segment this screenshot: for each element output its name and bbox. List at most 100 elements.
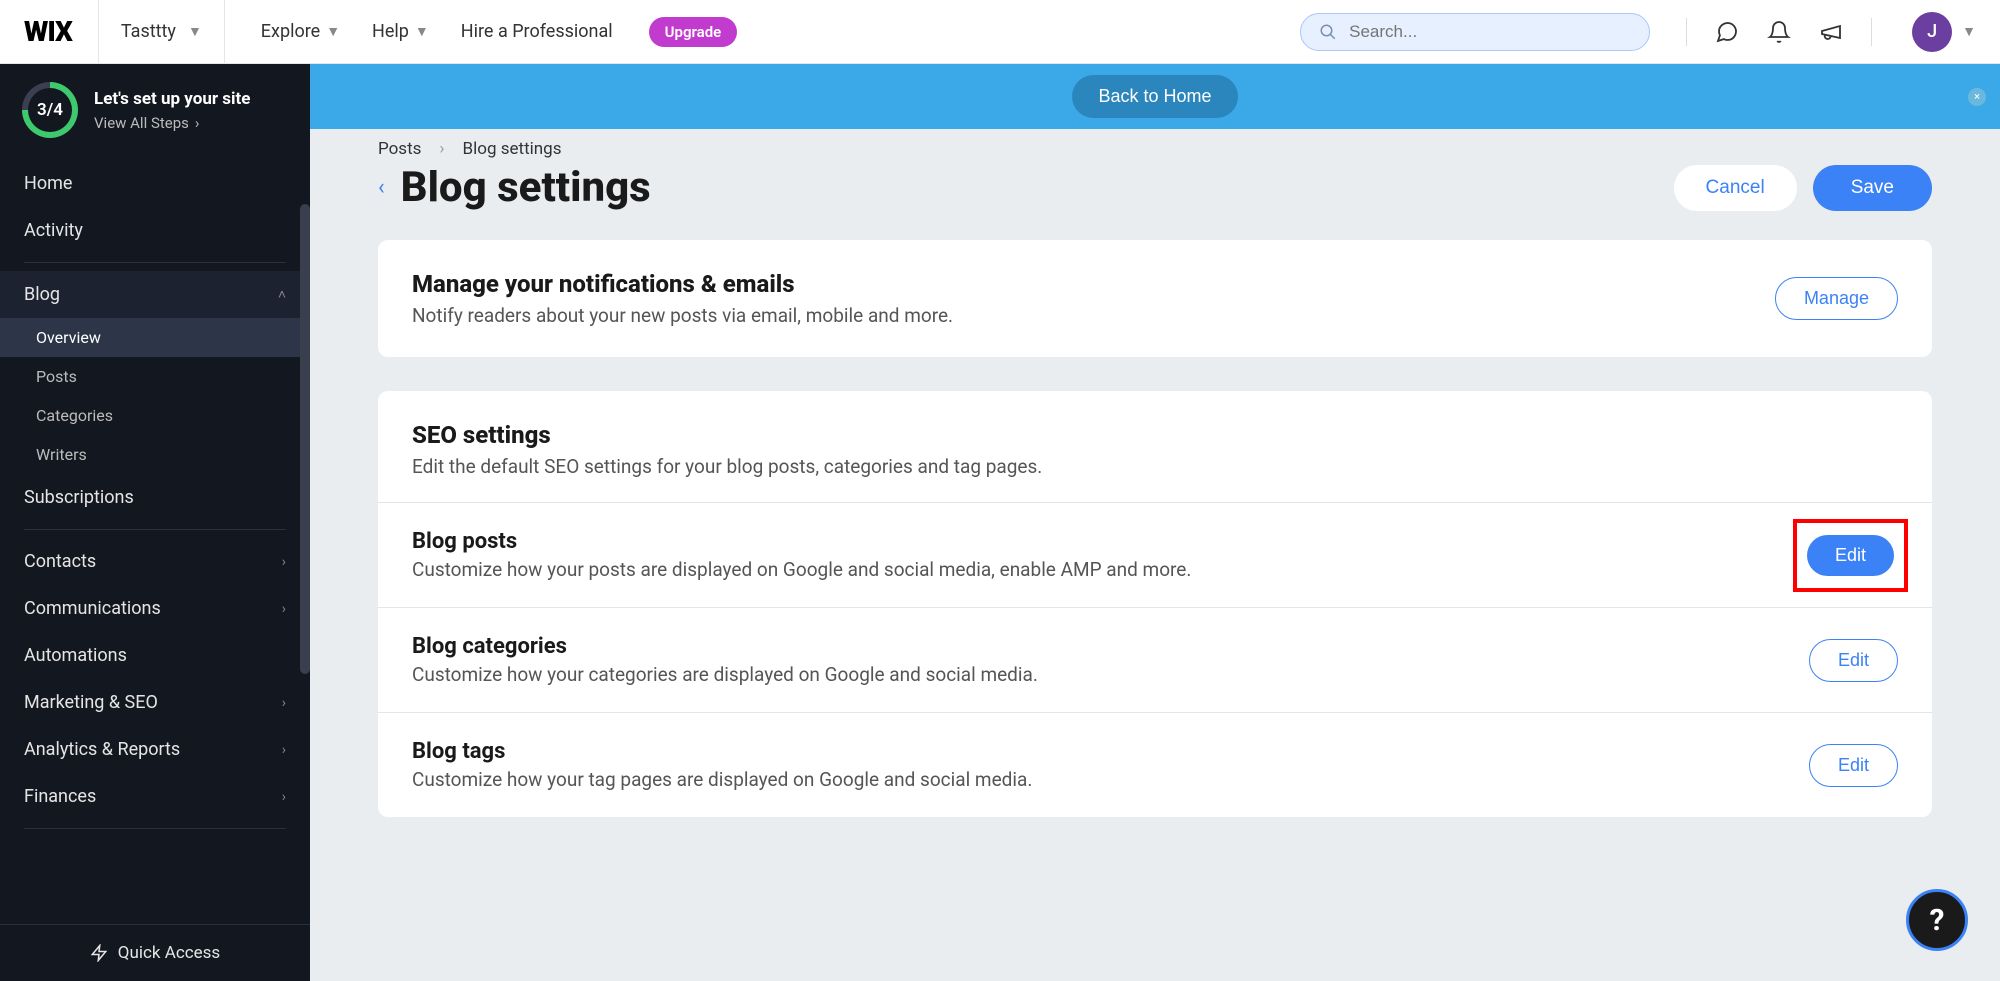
edit-tags-button[interactable]: Edit: [1809, 744, 1898, 787]
sidebar-subitem-posts[interactable]: Posts: [0, 357, 310, 396]
seo-header: SEO settings Edit the default SEO settin…: [378, 391, 1932, 502]
sidebar-item-communications[interactable]: Communications ›: [0, 585, 310, 632]
header-actions: Cancel Save: [1674, 165, 1932, 211]
setup-card[interactable]: 3/4 Let's set up your site View All Step…: [0, 64, 310, 156]
divider: [1871, 18, 1872, 46]
breadcrumb-posts[interactable]: Posts: [378, 139, 421, 159]
sidebar-subitem-overview[interactable]: Overview: [0, 318, 310, 357]
chevron-right-icon: ›: [282, 742, 286, 758]
nav-hire[interactable]: Hire a Professional: [449, 13, 625, 50]
progress-text: 3/4: [37, 100, 63, 120]
sidebar-label: Analytics & Reports: [24, 739, 180, 760]
sidebar-nav: Home Activity Blog ˄ Overview Posts Cate…: [0, 156, 310, 924]
sidebar: 3/4 Let's set up your site View All Step…: [0, 64, 310, 981]
seo-item-desc: Customize how your posts are displayed o…: [412, 558, 1191, 581]
search-input[interactable]: [1349, 22, 1631, 42]
sidebar-label: Finances: [24, 786, 96, 807]
upgrade-button[interactable]: Upgrade: [649, 17, 738, 47]
chevron-up-icon: ˄: [278, 286, 286, 303]
highlight-box: Edit: [1793, 519, 1908, 592]
sidebar-item-activity[interactable]: Activity: [0, 207, 310, 254]
sidebar-item-analytics[interactable]: Analytics & Reports ›: [0, 726, 310, 773]
chevron-right-icon: ›: [282, 601, 286, 617]
lightning-icon: [90, 944, 108, 962]
view-steps-link[interactable]: View All Steps ›: [94, 114, 288, 132]
seo-item-blog-tags: Blog tags Customize how your tag pages a…: [378, 712, 1932, 817]
cancel-button[interactable]: Cancel: [1674, 165, 1797, 211]
wix-logo[interactable]: WIX: [24, 15, 98, 48]
site-name: Tasttty: [121, 21, 176, 42]
scrollbar[interactable]: [300, 204, 310, 674]
nav-help-label: Help: [372, 21, 409, 42]
nav-links: Explore ▼ Help ▼ Hire a Professional Upg…: [249, 13, 737, 50]
seo-title: SEO settings: [412, 421, 1898, 449]
sidebar-item-finances[interactable]: Finances ›: [0, 773, 310, 820]
back-arrow[interactable]: ‹: [378, 175, 385, 200]
sidebar-item-contacts[interactable]: Contacts ›: [0, 538, 310, 585]
seo-item-title: Blog posts: [412, 529, 1191, 554]
breadcrumb: Posts › Blog settings: [378, 139, 1932, 159]
page-title: Blog settings: [401, 163, 651, 212]
banner-close-button[interactable]: ×: [1968, 88, 1986, 106]
topbar: WIX Tasttty ▼ Explore ▼ Help ▼ Hire a Pr…: [0, 0, 2000, 64]
divider: [24, 828, 286, 829]
setup-title: Let's set up your site: [94, 88, 288, 110]
search-box[interactable]: [1300, 13, 1650, 51]
avatar: J: [1912, 12, 1952, 52]
divider: [1686, 18, 1687, 46]
divider: [24, 262, 286, 263]
seo-item-blog-categories: Blog categories Customize how your categ…: [378, 607, 1932, 712]
seo-card: SEO settings Edit the default SEO settin…: [378, 391, 1932, 817]
search-icon: [1319, 23, 1337, 41]
edit-categories-button[interactable]: Edit: [1809, 639, 1898, 682]
megaphone-icon[interactable]: [1819, 20, 1843, 44]
sidebar-subitem-categories[interactable]: Categories: [0, 396, 310, 435]
manage-button[interactable]: Manage: [1775, 277, 1898, 320]
chat-icon[interactable]: [1715, 20, 1739, 44]
chevron-right-icon: ›: [439, 139, 444, 159]
sidebar-label: Communications: [24, 598, 161, 619]
notifications-card: Manage your notifications & emails Notif…: [378, 240, 1932, 357]
chevron-right-icon: ›: [195, 114, 200, 132]
sidebar-item-blog[interactable]: Blog ˄: [0, 271, 310, 318]
topbar-icons: J ▼: [1686, 12, 1976, 52]
main: Back to Home × Posts › Blog settings ‹ B…: [310, 64, 2000, 981]
chevron-down-icon: ▼: [415, 23, 429, 40]
nav-explore[interactable]: Explore ▼: [249, 13, 352, 50]
sidebar-item-automations[interactable]: Automations: [0, 632, 310, 679]
seo-item-blog-posts: Blog posts Customize how your posts are …: [378, 502, 1932, 607]
notifications-title: Manage your notifications & emails: [412, 270, 953, 298]
chevron-down-icon: ▼: [188, 23, 202, 40]
setup-text: Let's set up your site View All Steps ›: [94, 88, 288, 132]
help-fab[interactable]: ?: [1906, 889, 1968, 951]
seo-desc: Edit the default SEO settings for your b…: [412, 455, 1898, 478]
seo-item-desc: Customize how your categories are displa…: [412, 663, 1038, 686]
notifications-text: Manage your notifications & emails Notif…: [412, 270, 953, 327]
sidebar-item-subscriptions[interactable]: Subscriptions: [0, 474, 310, 521]
notifications-desc: Notify readers about your new posts via …: [412, 304, 953, 327]
back-to-home-button[interactable]: Back to Home: [1072, 75, 1237, 118]
sidebar-subitem-writers[interactable]: Writers: [0, 435, 310, 474]
quick-access[interactable]: Quick Access: [0, 924, 310, 981]
sidebar-label: Marketing & SEO: [24, 692, 158, 713]
save-button[interactable]: Save: [1813, 165, 1932, 211]
sidebar-item-marketing[interactable]: Marketing & SEO ›: [0, 679, 310, 726]
nav-hire-label: Hire a Professional: [461, 21, 613, 42]
bell-icon[interactable]: [1767, 20, 1791, 44]
nav-help[interactable]: Help ▼: [360, 13, 441, 50]
chevron-down-icon: ▼: [1962, 23, 1976, 40]
content: Posts › Blog settings ‹ Blog settings Ca…: [310, 129, 2000, 891]
edit-blog-posts-button[interactable]: Edit: [1807, 535, 1894, 576]
breadcrumb-settings[interactable]: Blog settings: [463, 139, 562, 159]
view-steps-label: View All Steps: [94, 114, 189, 132]
site-selector[interactable]: Tasttty ▼: [98, 0, 225, 64]
nav-explore-label: Explore: [261, 21, 320, 42]
user-menu[interactable]: J ▼: [1900, 12, 1976, 52]
chevron-right-icon: ›: [282, 554, 286, 570]
sidebar-item-home[interactable]: Home: [0, 160, 310, 207]
sidebar-label: Contacts: [24, 551, 96, 572]
page-header: ‹ Blog settings Cancel Save: [378, 163, 1932, 212]
chevron-down-icon: ▼: [326, 23, 340, 40]
quick-access-label: Quick Access: [118, 943, 220, 963]
banner: Back to Home ×: [310, 64, 2000, 129]
